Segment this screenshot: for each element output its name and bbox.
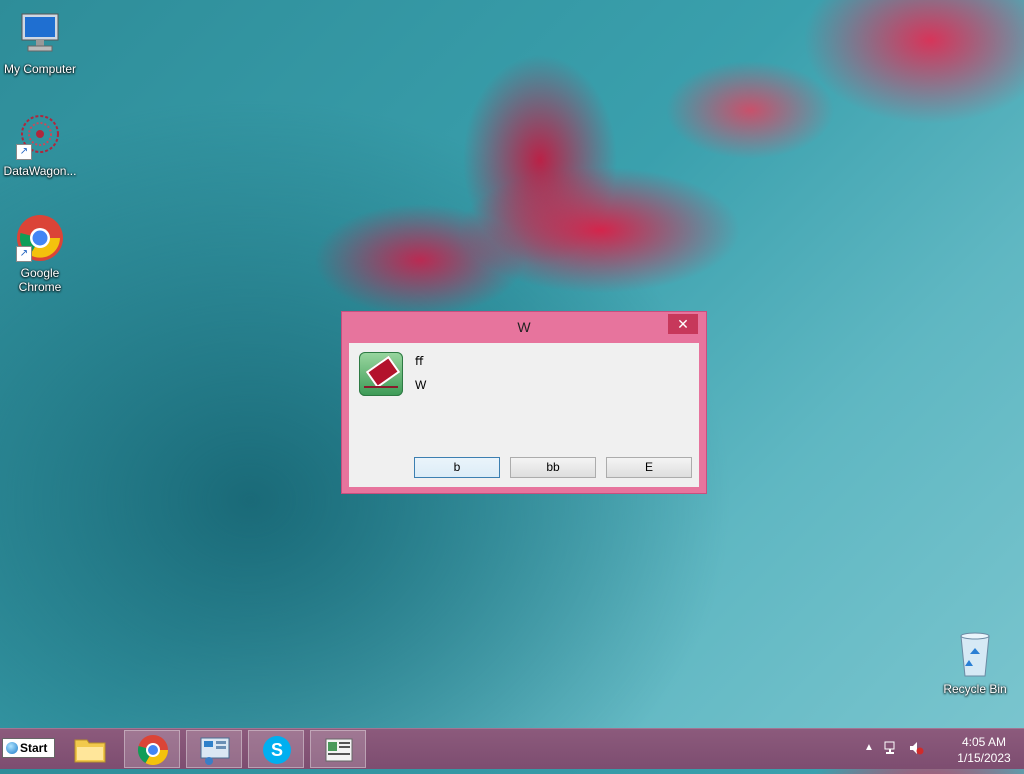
- app-window-icon: [325, 738, 353, 762]
- desktop-icon-my-computer[interactable]: My Computer: [0, 10, 80, 76]
- computer-icon: [16, 10, 64, 58]
- close-button[interactable]: ✕: [668, 314, 698, 334]
- desktop-icon-datawagon[interactable]: ↗ DataWagon...: [0, 112, 80, 178]
- taskbar-chrome[interactable]: [124, 730, 180, 768]
- clock[interactable]: 4:05 AM 1/15/2023: [954, 734, 1014, 766]
- file-explorer-icon: [74, 739, 106, 763]
- system-tray: ▲ 4:05 AM 1/15/2023: [864, 729, 1014, 769]
- chrome-icon: [137, 735, 168, 766]
- desktop-icon-label: My Computer: [3, 62, 77, 76]
- dialog-button-b[interactable]: b: [414, 457, 500, 478]
- control-panel-icon: [200, 737, 230, 765]
- desktop-icon-google-chrome[interactable]: ↗ Google Chrome: [0, 214, 80, 294]
- dialog-message-line1: ﬀ: [415, 354, 424, 368]
- taskbar-app-window[interactable]: [310, 730, 366, 768]
- desktop-icon-recycle-bin[interactable]: Recycle Bin: [935, 630, 1015, 696]
- chrome-icon: ↗: [16, 214, 64, 262]
- clock-time: 4:05 AM: [961, 735, 1007, 749]
- dialog-body: ﬀ W b bb E: [349, 343, 699, 487]
- dialog-button-bb[interactable]: bb: [510, 457, 596, 478]
- shortcut-arrow-icon: ↗: [16, 144, 32, 160]
- start-label: Start: [20, 741, 48, 755]
- dialog-button-e[interactable]: E: [606, 457, 692, 478]
- desktop-icon-label: Recycle Bin: [943, 682, 1007, 696]
- shortcut-arrow-icon: ↗: [16, 246, 32, 262]
- message-dialog: W ✕ ﬀ W b bb E: [341, 311, 707, 494]
- datawagon-icon: ↗: [16, 112, 64, 160]
- taskbar: Start S ▲ 4:05 AM 1/15/2023: [0, 728, 1024, 769]
- skype-icon: S: [263, 736, 291, 764]
- app-icon: [359, 352, 403, 396]
- svg-text:S: S: [271, 740, 283, 760]
- taskbar-control-panel[interactable]: [186, 730, 242, 768]
- desktop-icon-label: DataWagon...: [3, 164, 77, 178]
- dialog-message-line2: W: [415, 378, 427, 392]
- clock-date: 1/15/2023: [957, 751, 1011, 765]
- show-hidden-icons-icon[interactable]: ▲: [864, 742, 874, 753]
- volume-muted-icon[interactable]: [908, 740, 924, 759]
- recycle-bin-icon: [951, 630, 999, 678]
- start-button[interactable]: Start: [2, 738, 55, 758]
- taskbar-skype[interactable]: S: [248, 730, 304, 768]
- windows-orb-icon: [6, 742, 18, 754]
- desktop-icon-label: Google Chrome: [18, 266, 62, 294]
- network-icon[interactable]: [884, 740, 900, 759]
- dialog-title: W: [517, 319, 531, 335]
- taskbar-file-explorer[interactable]: [62, 730, 118, 768]
